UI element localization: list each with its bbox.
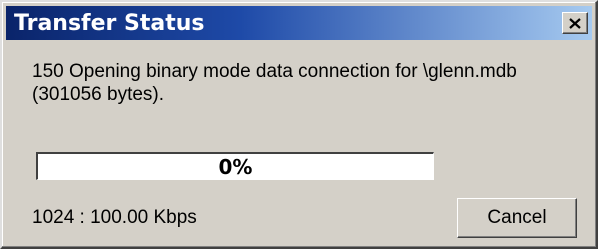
progress-percent: 0% (218, 154, 253, 179)
dialog-title: Transfer Status (14, 11, 205, 36)
close-icon (569, 17, 581, 29)
close-button[interactable] (562, 12, 588, 34)
cancel-button[interactable]: Cancel (457, 198, 577, 238)
transfer-message: 150 Opening binary mode data connection … (32, 61, 517, 105)
transfer-status-dialog: Transfer Status 150 Opening binary mode … (0, 0, 598, 249)
title-bar[interactable]: Transfer Status (6, 6, 592, 40)
transfer-rate: 1024 : 100.00 Kbps (32, 207, 197, 228)
progress-bar: 0% (36, 152, 434, 180)
